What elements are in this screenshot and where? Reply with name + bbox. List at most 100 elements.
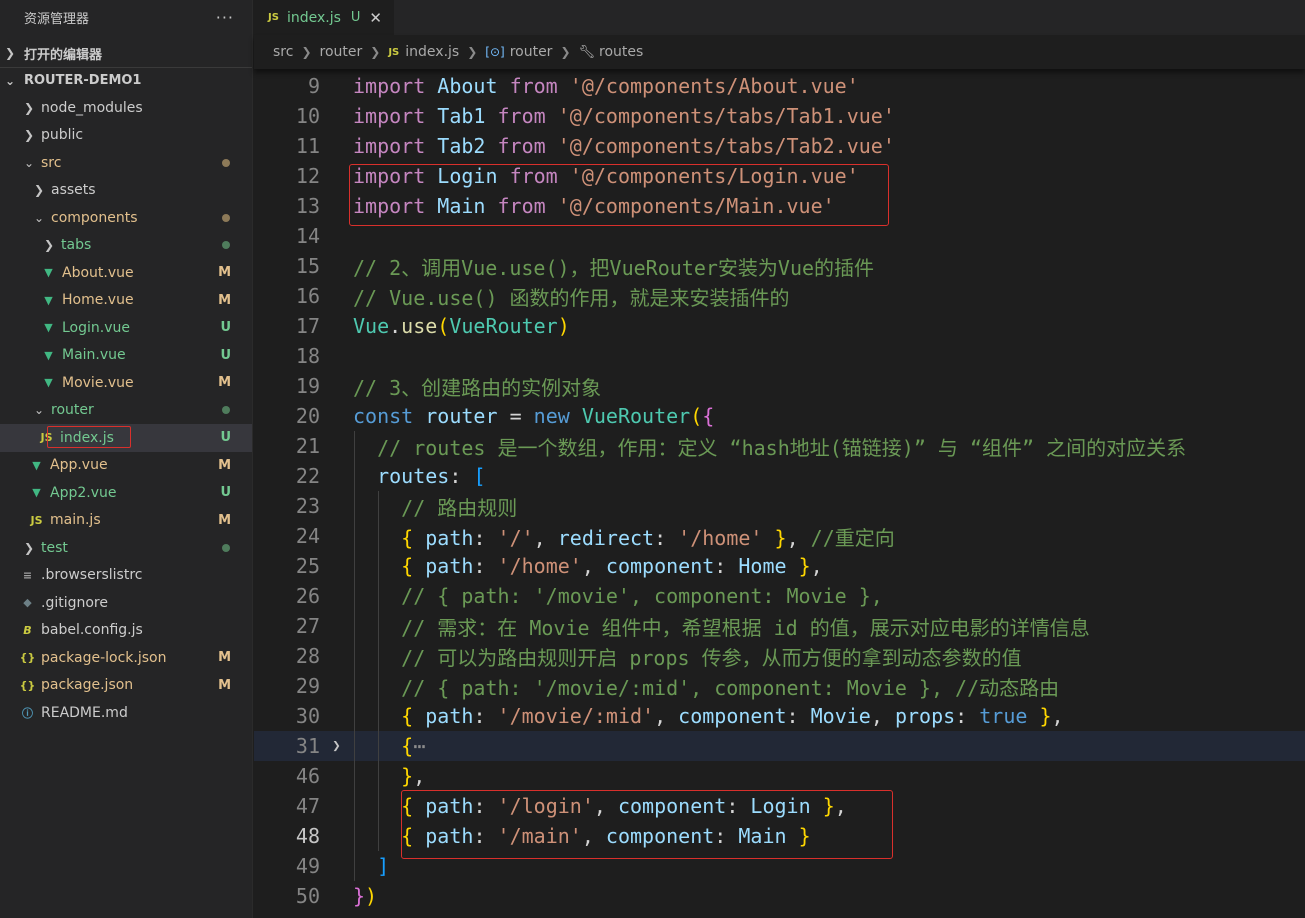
breadcrumb-item-file[interactable]: index.js — [405, 44, 459, 60]
tree-item-test[interactable]: ❯ test — [0, 534, 252, 562]
code-text: }) — [353, 884, 378, 908]
untracked-dot — [222, 543, 230, 552]
folded-ellipsis[interactable]: ⋯ — [413, 734, 425, 758]
code-line: 28 // 可以为路由规则开启 props 传参，从而方便的拿到动态参数的值 — [254, 641, 1305, 671]
git-status-badge: U — [220, 347, 231, 363]
tree-item-home-vue[interactable]: ▼ Home.vue M — [0, 287, 252, 315]
tree-item-babel-config[interactable]: B babel.config.js — [0, 617, 252, 645]
tree-item-label: .gitignore — [41, 594, 108, 611]
line-number: 23 — [295, 494, 320, 518]
chevron-right-icon: ❯ — [370, 45, 381, 59]
tree-item-src[interactable]: ⌄ src — [0, 149, 252, 177]
tree-item-about-vue[interactable]: ▼ About.vue M — [0, 259, 252, 287]
tree-item-router[interactable]: ⌄ router — [0, 397, 252, 425]
tree-item-label: public — [41, 127, 84, 144]
tree-item-label: tabs — [61, 237, 92, 254]
tree-item-main-vue[interactable]: ▼ Main.vue U — [0, 342, 252, 370]
tree-item-label: About.vue — [62, 264, 134, 281]
git-status-badge: U — [220, 320, 231, 336]
open-editors-section[interactable]: ❯ 打开的编辑器 — [0, 40, 252, 66]
explorer-sidebar: 资源管理器 ··· ❯ 打开的编辑器 ⌄ ROUTER-DEMO1 ❯ node… — [0, 0, 253, 918]
code-comment: // 需求：在 Movie 组件中，希望根据 id 的值，展示对应电影的详情信息 — [401, 615, 1090, 640]
tree-item-assets[interactable]: ❯ assets — [0, 177, 252, 205]
tree-item-readme[interactable]: ⓘ README.md — [0, 699, 252, 727]
code-editor[interactable]: 9 import About from '@/components/About.v… — [254, 71, 1305, 911]
chevron-down-icon: ⌄ — [4, 73, 16, 88]
code-line: 17 Vue.use(VueRouter) — [254, 311, 1305, 341]
code-text: { path: '/movie/:mid', component: Movie,… — [401, 704, 1064, 728]
line-number: 16 — [295, 284, 320, 308]
line-number: 14 — [295, 224, 320, 248]
close-icon[interactable]: ✕ — [369, 9, 382, 27]
code-comment: // Vue.use() 函数的作用，就是来安装插件的 — [353, 285, 790, 310]
code-comment: // 2、调用Vue.use()，把VueRouter安装为Vue的插件 — [353, 255, 875, 280]
line-number: 17 — [295, 314, 320, 338]
tree-item-label: components — [51, 209, 138, 226]
git-status-badge: M — [218, 512, 231, 528]
code-line: 22 routes: [ — [254, 461, 1305, 491]
tree-item-public[interactable]: ❯ public — [0, 122, 252, 150]
line-number: 20 — [295, 404, 320, 428]
tree-item-label: .browserslistrc — [41, 567, 143, 584]
project-section[interactable]: ⌄ ROUTER-DEMO1 — [0, 67, 252, 93]
line-number: 47 — [295, 794, 320, 818]
tree-item-gitignore[interactable]: ◆ .gitignore — [0, 589, 252, 617]
code-line: 10 import Tab1 from '@/components/tabs/Ta… — [254, 101, 1305, 131]
chevron-down-icon: ⌄ — [33, 403, 45, 418]
tree-item-tabs[interactable]: ❯ tabs — [0, 232, 252, 260]
vue-file-icon: ▼ — [44, 266, 53, 280]
code-line: 29 // { path: '/movie/:mid', component: … — [254, 671, 1305, 701]
breadcrumb-item-router-symbol[interactable]: router — [510, 44, 553, 60]
info-file-icon: ⓘ — [22, 706, 33, 720]
tree-item-app2-vue[interactable]: ▼ App2.vue U — [0, 479, 252, 507]
tree-item-index-js[interactable]: JS index.js U — [0, 424, 252, 452]
line-number: 24 — [295, 524, 320, 548]
git-status-badge: M — [218, 265, 231, 281]
tree-item-components[interactable]: ⌄ components — [0, 204, 252, 232]
code-line-current: 31 ❯ {⋯ — [254, 731, 1305, 761]
more-actions-icon[interactable]: ··· — [216, 8, 234, 27]
tab-index-js[interactable]: JS index.js U ✕ — [254, 0, 394, 35]
git-status-badge: M — [218, 677, 231, 693]
code-line: 12 import Login from '@/components/Login.… — [254, 161, 1305, 191]
tree-item-app-vue[interactable]: ▼ App.vue M — [0, 452, 252, 480]
code-line: 16 // Vue.use() 函数的作用，就是来安装插件的 — [254, 281, 1305, 311]
line-number: 19 — [295, 374, 320, 398]
code-line: 23 // 路由规则 — [254, 491, 1305, 521]
tree-item-label: Login.vue — [62, 319, 130, 336]
tree-item-node-modules[interactable]: ❯ node_modules — [0, 94, 252, 122]
tree-item-login-vue[interactable]: ▼ Login.vue U — [0, 314, 252, 342]
line-number: 49 — [295, 854, 320, 878]
line-number: 13 — [295, 194, 320, 218]
chevron-right-icon: ❯ — [560, 45, 571, 59]
breadcrumb-item-routes[interactable]: routes — [599, 44, 643, 60]
code-line: 27 // 需求：在 Movie 组件中，希望根据 id 的值，展示对应电影的详… — [254, 611, 1305, 641]
git-file-icon: ◆ — [23, 596, 32, 610]
chevron-right-icon: ❯ — [301, 45, 312, 59]
tree-item-package-lock-json[interactable]: {} package-lock.json M — [0, 644, 252, 672]
tree-item-label: index.js — [60, 429, 114, 446]
modified-dot — [222, 158, 230, 167]
line-number: 22 — [295, 464, 320, 488]
git-status-badge: M — [218, 650, 231, 666]
tree-item-label: assets — [51, 182, 96, 199]
tree-item-browserslistrc[interactable]: ≡ .browserslistrc — [0, 562, 252, 590]
breadcrumb-item-router-folder[interactable]: router — [320, 44, 363, 60]
line-number: 30 — [295, 704, 320, 728]
chevron-right-icon: ❯ — [467, 45, 478, 59]
code-line: 19 // 3、创建路由的实例对象 — [254, 371, 1305, 401]
tree-item-package-json[interactable]: {} package.json M — [0, 672, 252, 700]
line-number: 50 — [295, 884, 320, 908]
js-file-icon: JS — [30, 513, 43, 527]
breadcrumb-item-src[interactable]: src — [273, 44, 293, 60]
tree-item-main-js[interactable]: JS main.js M — [0, 507, 252, 535]
line-number: 28 — [295, 644, 320, 668]
fold-chevron-icon[interactable]: ❯ — [320, 738, 353, 754]
code-line: 15 // 2、调用Vue.use()，把VueRouter安装为Vue的插件 — [254, 251, 1305, 281]
code-comment: // routes 是一个数组，作用：定义 “hash地址(锚链接)” 与 “组… — [377, 435, 1187, 460]
line-number: 26 — [295, 584, 320, 608]
tree-item-movie-vue[interactable]: ▼ Movie.vue M — [0, 369, 252, 397]
modified-dot — [222, 213, 230, 222]
json-file-icon: {} — [19, 651, 36, 665]
code-line: 47 { path: '/login', component: Login }, — [254, 791, 1305, 821]
